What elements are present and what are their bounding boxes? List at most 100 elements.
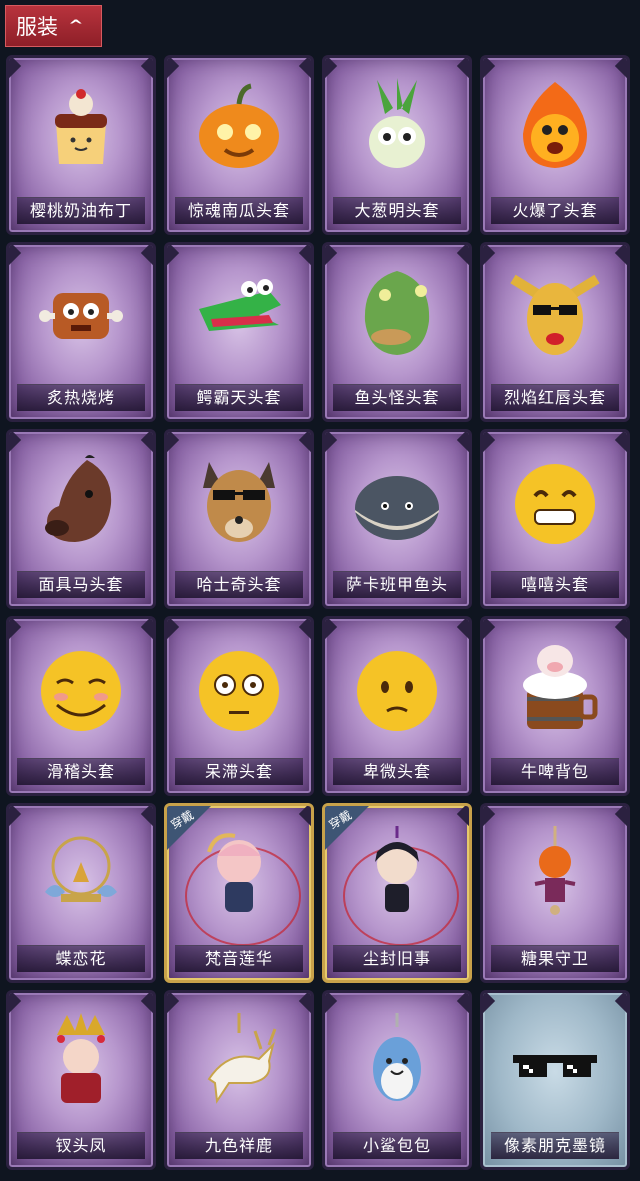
costume-item-card[interactable]: 小鲨包包	[322, 990, 472, 1170]
card-corner	[483, 993, 496, 1016]
butterfly-bell-ornament-icon	[31, 822, 131, 926]
pumpkin-icon	[189, 74, 289, 178]
costume-item-name: 哈士奇头套	[175, 571, 303, 598]
green-onion-icon	[347, 74, 447, 178]
costume-item-card[interactable]: 鳄霸天头套	[164, 242, 314, 422]
card-corner	[140, 806, 153, 829]
costume-item-card[interactable]: 穿戴 尘封旧事	[322, 803, 472, 983]
meat-bone-icon	[31, 261, 131, 365]
costume-item-name: 九色祥鹿	[175, 1132, 303, 1159]
costume-item-card[interactable]: 糖果守卫	[480, 803, 630, 983]
costume-item-name: 惊魂南瓜头套	[175, 197, 303, 224]
pleading-emoji-icon	[347, 635, 447, 739]
costume-item-card[interactable]: 滑稽头套	[6, 616, 156, 796]
card-corner	[9, 806, 22, 829]
costume-item-name: 鱼头怪头套	[333, 384, 461, 411]
card-corner	[9, 993, 22, 1016]
costume-item-card[interactable]: 九色祥鹿	[164, 990, 314, 1170]
costume-category-toggle[interactable]: 服装 ^	[5, 5, 102, 47]
card-corner	[298, 245, 311, 268]
costume-item-name: 小鲨包包	[333, 1132, 461, 1159]
card-corner	[167, 58, 180, 81]
card-corner	[483, 432, 496, 455]
costume-item-card[interactable]: 火爆了头套	[480, 55, 630, 235]
horse-head-icon	[31, 448, 131, 552]
costume-item-name: 炙热烧烤	[17, 384, 145, 411]
pixel-sunglasses-icon	[505, 1009, 605, 1113]
costume-item-card[interactable]: 烈焰红唇头套	[480, 242, 630, 422]
costume-item-name: 嘻嘻头套	[491, 571, 619, 598]
costume-item-name: 牛啤背包	[491, 758, 619, 785]
card-corner	[614, 58, 627, 81]
costume-item-name: 像素朋克墨镜	[491, 1132, 619, 1159]
chevron-up-icon: ^	[68, 18, 84, 34]
card-corner	[9, 58, 22, 81]
card-corner	[483, 806, 496, 829]
card-corner	[167, 245, 180, 268]
fire-spirit-icon	[505, 74, 605, 178]
costume-item-card[interactable]: 哈士奇头套	[164, 429, 314, 609]
pumpkin-guard-charm-icon	[505, 822, 605, 926]
deer-charm-icon	[189, 1009, 289, 1113]
husky-head-icon	[189, 448, 289, 552]
costume-item-card[interactable]: 蝶恋花	[6, 803, 156, 983]
card-corner	[298, 432, 311, 455]
costume-item-card[interactable]: 惊魂南瓜头套	[164, 55, 314, 235]
costume-item-card[interactable]: 卑微头套	[322, 616, 472, 796]
card-corner	[325, 58, 338, 81]
card-corner	[483, 619, 496, 642]
card-corner	[140, 993, 153, 1016]
costume-item-card[interactable]: 鱼头怪头套	[322, 242, 472, 422]
costume-item-name: 面具马头套	[17, 571, 145, 598]
costume-item-card[interactable]: 樱桃奶油布丁	[6, 55, 156, 235]
card-corner	[614, 619, 627, 642]
card-corner	[167, 993, 180, 1016]
card-corner	[140, 58, 153, 81]
costume-grid: 樱桃奶油布丁 惊魂南瓜头套 大葱明头套 火爆了头套炙热烧烤 鳄霸天头套 鱼头怪头套 烈焰红唇…	[0, 52, 640, 1174]
card-corner	[614, 432, 627, 455]
costume-item-name: 火爆了头套	[491, 197, 619, 224]
card-corner	[325, 619, 338, 642]
costume-item-card[interactable]: 像素朋克墨镜	[480, 990, 630, 1170]
card-corner	[140, 619, 153, 642]
crocodile-icon	[189, 261, 289, 365]
costume-item-card[interactable]: 穿戴 梵音莲华	[164, 803, 314, 983]
card-corner	[456, 993, 469, 1016]
card-corner	[614, 993, 627, 1016]
card-corner	[483, 245, 496, 268]
card-corner	[456, 432, 469, 455]
costume-item-card[interactable]: 炙热烧烤	[6, 242, 156, 422]
card-corner	[325, 993, 338, 1016]
flushed-emoji-icon	[189, 635, 289, 739]
costume-item-card[interactable]: 面具马头套	[6, 429, 156, 609]
card-corner	[325, 432, 338, 455]
yellow-mask-sunglasses-icon	[505, 261, 605, 365]
card-corner	[9, 432, 22, 455]
costume-item-name: 卑微头套	[333, 758, 461, 785]
card-corner	[167, 619, 180, 642]
card-corner	[140, 432, 153, 455]
card-corner	[325, 245, 338, 268]
costume-item-name: 梵音莲华	[175, 945, 303, 972]
cow-beer-barrel-icon	[505, 635, 605, 739]
card-corner	[614, 245, 627, 268]
costume-item-card[interactable]: 钗头凤	[6, 990, 156, 1170]
costume-item-name: 呆滞头套	[175, 758, 303, 785]
costume-item-name: 大葱明头套	[333, 197, 461, 224]
costume-item-card[interactable]: 萨卡班甲鱼头	[322, 429, 472, 609]
costume-item-card[interactable]: 大葱明头套	[322, 55, 472, 235]
card-corner	[483, 58, 496, 81]
card-corner	[456, 619, 469, 642]
card-corner	[140, 245, 153, 268]
card-corner	[298, 806, 311, 829]
costume-item-card[interactable]: 牛啤背包	[480, 616, 630, 796]
card-corner	[9, 245, 22, 268]
costume-item-card[interactable]: 呆滞头套	[164, 616, 314, 796]
card-corner	[298, 58, 311, 81]
sacabambaspis-icon	[347, 448, 447, 552]
costume-item-name: 滑稽头套	[17, 758, 145, 785]
costume-item-card[interactable]: 嘻嘻头套	[480, 429, 630, 609]
shark-charm-icon	[347, 1009, 447, 1113]
card-corner	[298, 619, 311, 642]
funny-emoji-icon	[31, 635, 131, 739]
